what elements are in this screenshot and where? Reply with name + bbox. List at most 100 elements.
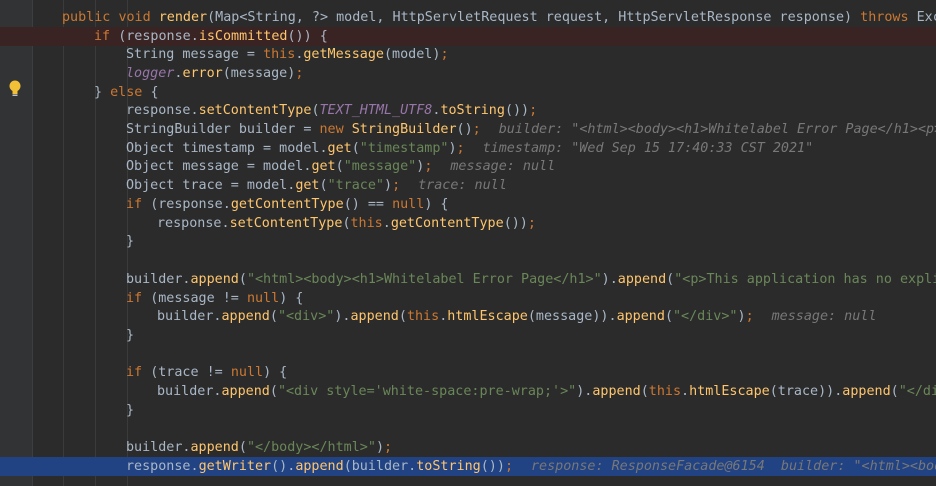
code-token: ) { bbox=[263, 365, 288, 380]
code-token: . bbox=[681, 384, 690, 399]
code-token: ). bbox=[601, 272, 618, 287]
code-text: Object trace = model.get("trace"); trace:… bbox=[126, 176, 507, 195]
code-token: (model) bbox=[384, 47, 441, 62]
code-token: ( bbox=[890, 384, 899, 399]
code-token: builder. bbox=[157, 309, 222, 324]
code-text: response.setContentType(this.getContentT… bbox=[157, 214, 536, 233]
code-token: setContentType bbox=[198, 103, 312, 118]
code-token: (response. bbox=[150, 197, 231, 212]
code-text: if (trace != null) { bbox=[126, 363, 287, 382]
code-token: ) bbox=[384, 178, 393, 193]
code-text: if (response.isCommitted()) { bbox=[94, 27, 328, 46]
code-line[interactable]: if (trace != null) { bbox=[0, 363, 936, 382]
code-text: } bbox=[126, 232, 134, 251]
code-token: ) bbox=[448, 141, 457, 156]
code-token: ()) bbox=[503, 216, 528, 231]
code-line[interactable]: logger.error(message); bbox=[0, 64, 936, 83]
code-token: ) bbox=[737, 309, 746, 324]
debug-inline-value: message: null bbox=[450, 159, 556, 174]
code-token: append bbox=[190, 272, 239, 287]
code-token: append bbox=[221, 309, 270, 324]
code-text: public void render(Map<String, ?> model,… bbox=[62, 8, 936, 27]
code-token: "<div style='white-space:pre-wrap;'>" bbox=[277, 384, 577, 399]
code-text: builder.append("<div style='white-space:… bbox=[157, 382, 936, 401]
code-token: ; bbox=[392, 178, 401, 193]
code-line[interactable]: } bbox=[0, 232, 936, 251]
code-token: append bbox=[190, 440, 239, 455]
code-token: (trace != bbox=[150, 365, 231, 380]
code-token: getContentType bbox=[390, 216, 504, 231]
code-token: } bbox=[126, 328, 135, 343]
code-token: Object trace = model. bbox=[126, 178, 296, 193]
code-line[interactable]: } else { bbox=[0, 83, 936, 102]
code-token: append bbox=[842, 384, 891, 399]
code-token: ). bbox=[334, 309, 351, 324]
code-token: ; bbox=[529, 103, 538, 118]
code-token: TEXT_HTML_UTF8 bbox=[319, 103, 433, 118]
code-token: StringBuilder bbox=[351, 122, 457, 137]
code-line[interactable]: if (message != null) { bbox=[0, 289, 936, 308]
code-line[interactable]: if (response.isCommitted()) { bbox=[0, 27, 936, 46]
code-token: throws bbox=[860, 10, 917, 25]
code-token: getMessage bbox=[303, 47, 384, 62]
code-token: (response. bbox=[118, 29, 199, 44]
code-token: Object message = model. bbox=[126, 159, 312, 174]
code-token: else bbox=[110, 85, 151, 100]
code-text: } bbox=[126, 401, 134, 420]
code-token: ) { bbox=[279, 291, 304, 306]
code-token: ( bbox=[335, 159, 344, 174]
code-token: (builder. bbox=[343, 459, 417, 474]
code-token: . bbox=[382, 216, 391, 231]
code-line[interactable]: } bbox=[0, 401, 936, 420]
code-line[interactable]: builder.append("</body></html>"); bbox=[0, 438, 936, 457]
code-line[interactable]: String message = this.getMessage(model); bbox=[0, 45, 936, 64]
code-token: "</body></html>" bbox=[246, 440, 376, 455]
code-token: get bbox=[327, 141, 352, 156]
code-text: Object timestamp = model.get("timestamp"… bbox=[126, 139, 813, 158]
code-token: this bbox=[263, 47, 296, 62]
code-line[interactable]: response.setContentType(TEXT_HTML_UTF8.t… bbox=[0, 101, 936, 120]
code-text: if (response.getContentType() == null) { bbox=[126, 195, 449, 214]
code-token: "<p>This application has no expli bbox=[674, 272, 936, 287]
debug-inline-value: trace: null bbox=[418, 178, 507, 193]
code-line[interactable]: builder.append("<div style='white-space:… bbox=[0, 382, 936, 401]
code-token: } bbox=[126, 403, 135, 418]
code-line[interactable] bbox=[0, 419, 936, 438]
code-line[interactable]: Object timestamp = model.get("timestamp"… bbox=[0, 139, 936, 158]
code-token: ( bbox=[238, 272, 247, 287]
code-token: "<div>" bbox=[277, 309, 335, 324]
code-line[interactable]: Object message = model.get("message"); me… bbox=[0, 157, 936, 176]
code-token: get bbox=[295, 178, 320, 193]
code-editor[interactable]: public void render(Map<String, ?> model,… bbox=[0, 0, 936, 486]
code-token: response. bbox=[126, 459, 199, 474]
code-line[interactable] bbox=[0, 251, 936, 270]
code-token: error bbox=[182, 66, 223, 81]
code-line[interactable]: Object trace = model.get("trace"); trace:… bbox=[0, 176, 936, 195]
code-line[interactable]: StringBuilder builder = new StringBuilde… bbox=[0, 120, 936, 139]
code-token: builder. bbox=[157, 384, 222, 399]
code-text: response.getWriter().append(builder.toSt… bbox=[126, 457, 936, 476]
code-line[interactable]: response.setContentType(this.getContentT… bbox=[0, 214, 936, 233]
code-line[interactable]: builder.append("<html><body><h1>Whitelab… bbox=[0, 270, 936, 289]
code-token: this bbox=[406, 309, 440, 324]
code-line[interactable]: public void render(Map<String, ?> model,… bbox=[0, 8, 936, 27]
code-token: new bbox=[319, 122, 352, 137]
code-token: append bbox=[350, 309, 399, 324]
code-token: getWriter bbox=[198, 459, 272, 474]
code-token: "message" bbox=[343, 159, 417, 174]
code-token: ; bbox=[472, 122, 481, 137]
code-token: get bbox=[311, 159, 336, 174]
code-line[interactable]: if (response.getContentType() == null) { bbox=[0, 195, 936, 214]
code-text: response.setContentType(TEXT_HTML_UTF8.t… bbox=[126, 101, 537, 120]
code-token: append bbox=[592, 384, 641, 399]
code-token: append bbox=[221, 384, 270, 399]
code-line[interactable] bbox=[0, 345, 936, 364]
code-token: append bbox=[295, 459, 344, 474]
code-token: ( bbox=[311, 103, 320, 118]
code-token: "timestamp" bbox=[359, 141, 449, 156]
code-token: render bbox=[158, 10, 208, 25]
code-token: (message)). bbox=[527, 309, 617, 324]
code-line[interactable]: builder.append("<div>").append(this.html… bbox=[0, 307, 936, 326]
code-line[interactable]: response.getWriter().append(builder.toSt… bbox=[0, 457, 936, 476]
code-line[interactable]: } bbox=[0, 326, 936, 345]
